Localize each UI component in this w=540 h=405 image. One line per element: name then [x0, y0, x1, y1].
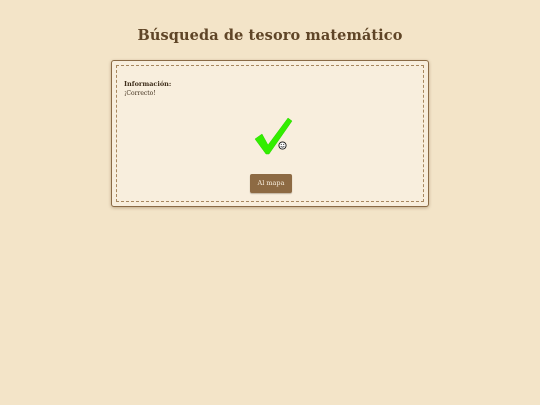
page-title: Búsqueda de tesoro matemático	[137, 27, 403, 44]
smiley-icon	[278, 141, 287, 150]
page: Búsqueda de tesoro matemático Informació…	[0, 0, 540, 405]
to-map-button[interactable]: Al mapa	[250, 174, 292, 193]
checkmark-icon	[254, 117, 293, 155]
info-heading: Información:	[124, 80, 172, 88]
info-text: ¡Correcto!	[124, 90, 156, 97]
result-panel: Información: ¡Correcto! Al mapa	[111, 60, 429, 207]
result-panel-inner: Información: ¡Correcto! Al mapa	[116, 65, 424, 202]
